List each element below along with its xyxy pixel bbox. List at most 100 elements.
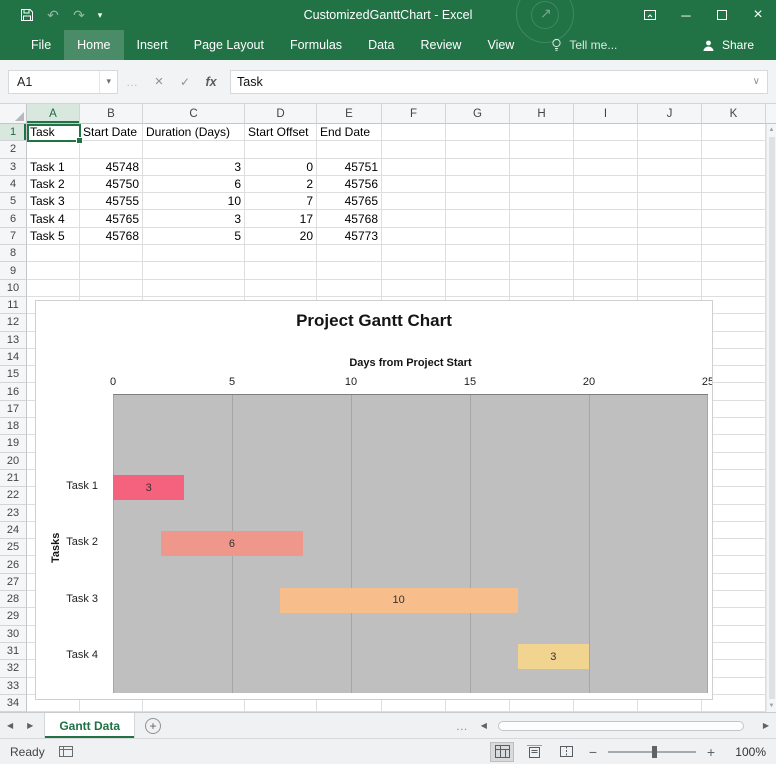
cell-B4[interactable]: 45750 bbox=[80, 176, 143, 193]
row-header-25[interactable]: 25 bbox=[0, 539, 27, 556]
page-break-view-button[interactable] bbox=[554, 742, 578, 762]
cell-D8[interactable] bbox=[245, 245, 317, 262]
cell-G1[interactable] bbox=[446, 124, 510, 141]
cell-I4[interactable] bbox=[574, 176, 638, 193]
cell-K2[interactable] bbox=[702, 141, 766, 158]
cell-B7[interactable]: 45768 bbox=[80, 228, 143, 245]
cell-A6[interactable]: Task 4 bbox=[27, 210, 80, 227]
ribbon-display-options-button[interactable] bbox=[632, 0, 668, 30]
cell-K5[interactable] bbox=[702, 193, 766, 210]
gantt-bar-task-4[interactable]: 3 bbox=[518, 644, 589, 669]
cell-F9[interactable] bbox=[382, 262, 446, 279]
cell-G6[interactable] bbox=[446, 210, 510, 227]
zoom-out-button[interactable]: − bbox=[586, 744, 600, 760]
row-header-27[interactable]: 27 bbox=[0, 574, 27, 591]
ribbon-tab-view[interactable]: View bbox=[474, 30, 527, 60]
cell-D4[interactable]: 2 bbox=[245, 176, 317, 193]
gantt-bar-task-3[interactable]: 10 bbox=[280, 588, 518, 613]
cell-C10[interactable] bbox=[143, 280, 245, 297]
redo-button[interactable]: ↷ bbox=[66, 2, 92, 28]
row-header-26[interactable]: 26 bbox=[0, 556, 27, 573]
cell-C9[interactable] bbox=[143, 262, 245, 279]
row-header-28[interactable]: 28 bbox=[0, 591, 27, 608]
cell-E9[interactable] bbox=[317, 262, 382, 279]
row-header-23[interactable]: 23 bbox=[0, 505, 27, 522]
row-header-20[interactable]: 20 bbox=[0, 453, 27, 470]
macro-record-button[interactable] bbox=[59, 746, 73, 757]
ribbon-tab-insert[interactable]: Insert bbox=[124, 30, 181, 60]
cell-E6[interactable]: 45768 bbox=[317, 210, 382, 227]
cell-J6[interactable] bbox=[638, 210, 702, 227]
ribbon-tab-review[interactable]: Review bbox=[407, 30, 474, 60]
cell-K4[interactable] bbox=[702, 176, 766, 193]
gantt-bar-task-1[interactable]: 3 bbox=[113, 475, 184, 500]
name-box-dropdown-icon[interactable]: ▾ bbox=[99, 71, 117, 93]
cell-A3[interactable]: Task 1 bbox=[27, 159, 80, 176]
cell-H1[interactable] bbox=[510, 124, 574, 141]
cell-A8[interactable] bbox=[27, 245, 80, 262]
customize-quick-access-button[interactable]: ▾ bbox=[92, 2, 108, 28]
sheet-nav-left-icon[interactable]: ◀ bbox=[0, 721, 20, 730]
page-layout-view-button[interactable] bbox=[522, 742, 546, 762]
zoom-slider-thumb[interactable] bbox=[652, 746, 657, 758]
sheet-nav-right-icon[interactable]: ▶ bbox=[20, 721, 40, 730]
vertical-scrollbar-thumb[interactable] bbox=[769, 137, 775, 699]
cell-G9[interactable] bbox=[446, 262, 510, 279]
cell-C3[interactable]: 3 bbox=[143, 159, 245, 176]
cell-F2[interactable] bbox=[382, 141, 446, 158]
cell-A4[interactable]: Task 2 bbox=[27, 176, 80, 193]
cell-C8[interactable] bbox=[143, 245, 245, 262]
row-header-8[interactable]: 8 bbox=[0, 245, 27, 262]
row-header-7[interactable]: 7 bbox=[0, 228, 27, 245]
cell-K9[interactable] bbox=[702, 262, 766, 279]
cell-K7[interactable] bbox=[702, 228, 766, 245]
cell-H8[interactable] bbox=[510, 245, 574, 262]
cell-J10[interactable] bbox=[638, 280, 702, 297]
cell-C4[interactable]: 6 bbox=[143, 176, 245, 193]
share-button[interactable]: Share bbox=[692, 30, 764, 60]
scroll-up-icon[interactable]: ▲ bbox=[769, 124, 775, 136]
cell-F8[interactable] bbox=[382, 245, 446, 262]
h-scroll-right-icon[interactable]: ▶ bbox=[756, 721, 776, 730]
zoom-slider[interactable] bbox=[608, 745, 696, 759]
close-button[interactable]: × bbox=[740, 0, 776, 30]
formula-input[interactable]: Task ∨ bbox=[230, 70, 768, 94]
row-header-2[interactable]: 2 bbox=[0, 141, 27, 158]
cell-F5[interactable] bbox=[382, 193, 446, 210]
cell-F6[interactable] bbox=[382, 210, 446, 227]
row-header-33[interactable]: 33 bbox=[0, 678, 27, 695]
cell-E2[interactable] bbox=[317, 141, 382, 158]
cell-K6[interactable] bbox=[702, 210, 766, 227]
name-box[interactable]: A1 ▾ bbox=[8, 70, 118, 94]
cell-D1[interactable]: Start Offset bbox=[245, 124, 317, 141]
cell-A5[interactable]: Task 3 bbox=[27, 193, 80, 210]
row-header-12[interactable]: 12 bbox=[0, 314, 27, 331]
cell-J9[interactable] bbox=[638, 262, 702, 279]
cell-E5[interactable]: 45765 bbox=[317, 193, 382, 210]
cell-D3[interactable]: 0 bbox=[245, 159, 317, 176]
formula-bar-expand-icon[interactable]: ∨ bbox=[746, 76, 767, 87]
minimize-button[interactable]: ─ bbox=[668, 0, 704, 30]
cell-I1[interactable] bbox=[574, 124, 638, 141]
cell-G4[interactable] bbox=[446, 176, 510, 193]
insert-function-button[interactable]: fx bbox=[198, 70, 224, 94]
row-header-3[interactable]: 3 bbox=[0, 159, 27, 176]
cell-J3[interactable] bbox=[638, 159, 702, 176]
cell-E7[interactable]: 45773 bbox=[317, 228, 382, 245]
cell-J4[interactable] bbox=[638, 176, 702, 193]
row-header-13[interactable]: 13 bbox=[0, 332, 27, 349]
cell-B3[interactable]: 45748 bbox=[80, 159, 143, 176]
cell-D10[interactable] bbox=[245, 280, 317, 297]
undo-button[interactable]: ↶ bbox=[40, 2, 66, 28]
cell-K3[interactable] bbox=[702, 159, 766, 176]
ribbon-tab-formulas[interactable]: Formulas bbox=[277, 30, 355, 60]
cell-G3[interactable] bbox=[446, 159, 510, 176]
cell-C7[interactable]: 5 bbox=[143, 228, 245, 245]
cell-E3[interactable]: 45751 bbox=[317, 159, 382, 176]
cell-I10[interactable] bbox=[574, 280, 638, 297]
row-header-9[interactable]: 9 bbox=[0, 262, 27, 279]
cell-B1[interactable]: Start Date bbox=[80, 124, 143, 141]
maximize-button[interactable] bbox=[704, 0, 740, 30]
cell-D9[interactable] bbox=[245, 262, 317, 279]
row-header-31[interactable]: 31 bbox=[0, 643, 27, 660]
